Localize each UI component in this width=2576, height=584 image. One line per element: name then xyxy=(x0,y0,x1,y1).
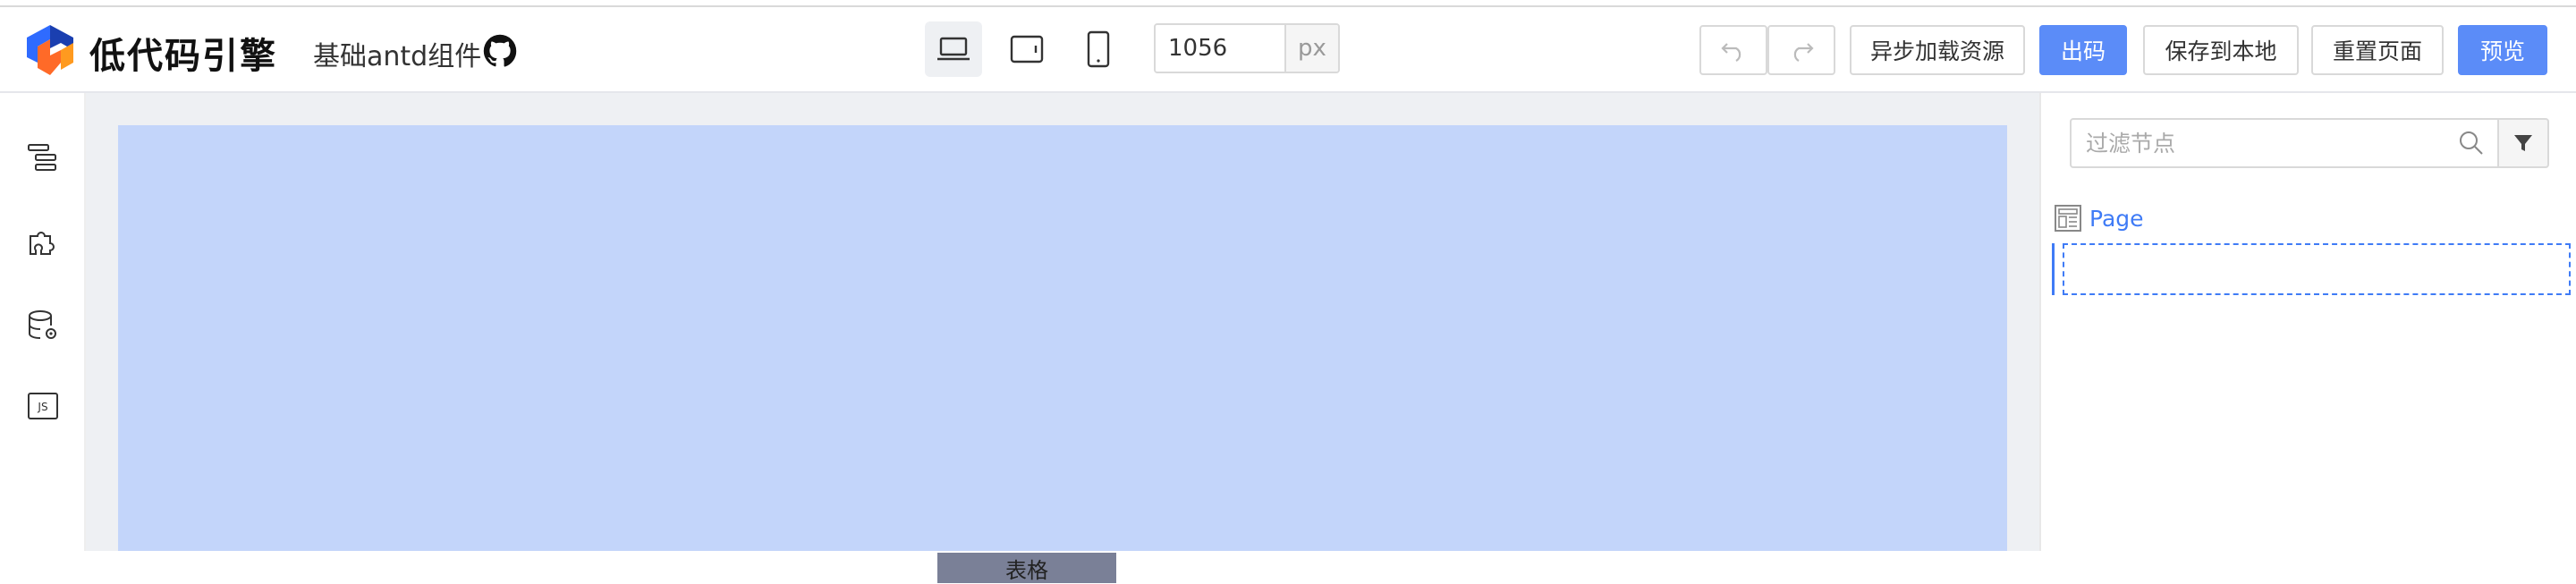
device-desktop-button[interactable] xyxy=(925,21,982,77)
preview-button[interactable]: 预览 xyxy=(2458,25,2547,75)
save-local-button[interactable]: 保存到本地 xyxy=(2143,25,2299,75)
left-sidebar: JS xyxy=(0,93,86,551)
phone-icon xyxy=(1087,30,1110,68)
undo-button[interactable] xyxy=(1699,25,1767,75)
drop-zone[interactable] xyxy=(2063,243,2571,295)
github-icon[interactable] xyxy=(483,34,517,68)
width-unit-suffix: px xyxy=(1284,25,1338,72)
redo-button[interactable] xyxy=(1767,25,1835,75)
export-code-button[interactable]: 出码 xyxy=(2039,25,2127,75)
filter-nodes-input[interactable] xyxy=(2072,120,2456,166)
async-load-button[interactable]: 异步加载资源 xyxy=(1850,25,2025,75)
filter-field xyxy=(2070,118,2499,168)
project-subtitle: 基础antd组件 xyxy=(313,41,482,72)
canvas-width-input[interactable] xyxy=(1156,25,1284,72)
undo-icon xyxy=(1721,43,1741,62)
canvas-width-field: px xyxy=(1154,23,1340,73)
laptop-icon xyxy=(937,37,970,61)
reset-page-button[interactable]: 重置页面 xyxy=(2311,25,2444,75)
tablet-icon xyxy=(1010,35,1044,63)
datasource-icon[interactable] xyxy=(25,308,61,343)
svg-text:JS: JS xyxy=(37,401,47,413)
component-puzzle-icon[interactable] xyxy=(25,224,61,259)
canvas-page[interactable]: 表格 xyxy=(118,125,2007,583)
logo-icon xyxy=(27,25,73,75)
outline-tree-icon[interactable] xyxy=(25,140,61,175)
search-icon[interactable] xyxy=(2456,128,2487,158)
window-top-edge xyxy=(0,0,2576,7)
drop-indicator-bar xyxy=(2052,243,2055,295)
page-icon xyxy=(2055,205,2081,232)
tree-node-label: Page xyxy=(2089,205,2144,232)
funnel-icon xyxy=(2514,135,2532,151)
dragging-component-label[interactable]: 表格 xyxy=(937,553,1116,583)
top-toolbar: 低代码引擎 基础antd组件 px xyxy=(0,7,2576,93)
brand-title: 低代码引擎 xyxy=(89,36,277,77)
js-code-icon[interactable]: JS xyxy=(25,388,61,424)
filter-button[interactable] xyxy=(2497,118,2549,168)
outline-panel: Page xyxy=(2039,93,2576,551)
redo-icon xyxy=(1793,43,1814,62)
device-tablet-button[interactable] xyxy=(998,21,1055,77)
tree-node-page[interactable]: Page xyxy=(2054,200,2144,236)
device-phone-button[interactable] xyxy=(1070,21,1127,77)
